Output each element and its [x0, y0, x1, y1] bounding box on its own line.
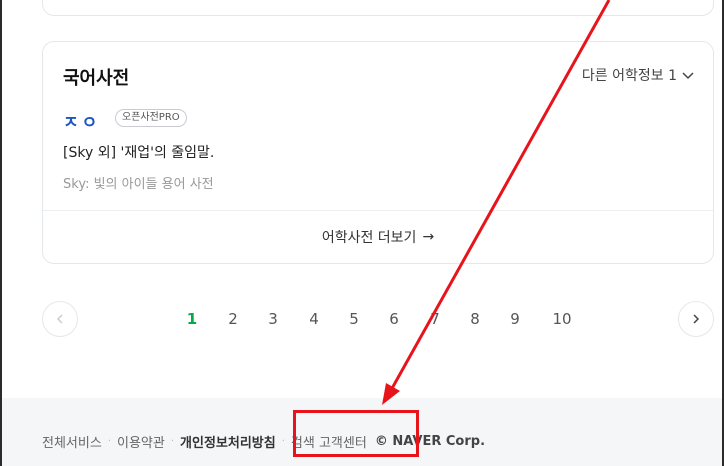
footer-separator: ·: [107, 436, 111, 447]
page-8[interactable]: 8: [463, 310, 487, 328]
chevron-left-icon: [56, 314, 63, 324]
page-5[interactable]: 5: [342, 310, 366, 328]
page-7[interactable]: 7: [423, 310, 447, 328]
more-dictionary-label: 어학사전 더보기: [321, 230, 417, 246]
page-10[interactable]: 10: [548, 310, 576, 328]
next-page-button[interactable]: [678, 301, 714, 337]
entry-headword[interactable]: ㅈㅇ: [63, 108, 100, 133]
page-6[interactable]: 6: [382, 310, 406, 328]
footer-separator: ·: [170, 436, 175, 447]
korean-dictionary-card: 국어사전 다른 어학정보 1 ㅈㅇ 오픈사전PRO [Sky 외] '재업'의 …: [42, 41, 714, 264]
footer-link-terms[interactable]: 이용약관: [117, 432, 165, 451]
open-dictionary-pro-badge: 오픈사전PRO: [115, 109, 187, 127]
annotation-highlight-box: [293, 410, 419, 457]
footer-separator: ·: [281, 436, 285, 447]
footer-link-all-services[interactable]: 전체서비스: [42, 432, 102, 451]
prev-page-button[interactable]: [42, 301, 78, 337]
arrow-right-icon: →: [422, 229, 435, 245]
chevron-right-icon: [693, 314, 700, 324]
previous-result-card: [42, 0, 714, 16]
more-dictionary-link[interactable]: 어학사전 더보기 →: [43, 210, 713, 264]
page-3[interactable]: 3: [261, 310, 285, 328]
other-language-info-label: 다른 어학정보 1: [581, 68, 677, 84]
page-9[interactable]: 9: [503, 310, 527, 328]
dictionary-title: 국어사전: [63, 68, 130, 89]
entry-source[interactable]: Sky: 빛의 아이들 용어 사전: [63, 173, 214, 192]
other-language-info-toggle[interactable]: 다른 어학정보 1: [582, 65, 695, 85]
entry-definition: [Sky 외] '재업'의 줄임말.: [63, 145, 215, 161]
page-4[interactable]: 4: [302, 310, 326, 328]
chevron-down-icon: [682, 72, 694, 80]
page-1[interactable]: 1: [180, 310, 204, 328]
footer-link-privacy[interactable]: 개인정보처리방침: [180, 432, 276, 451]
page-2[interactable]: 2: [221, 310, 245, 328]
